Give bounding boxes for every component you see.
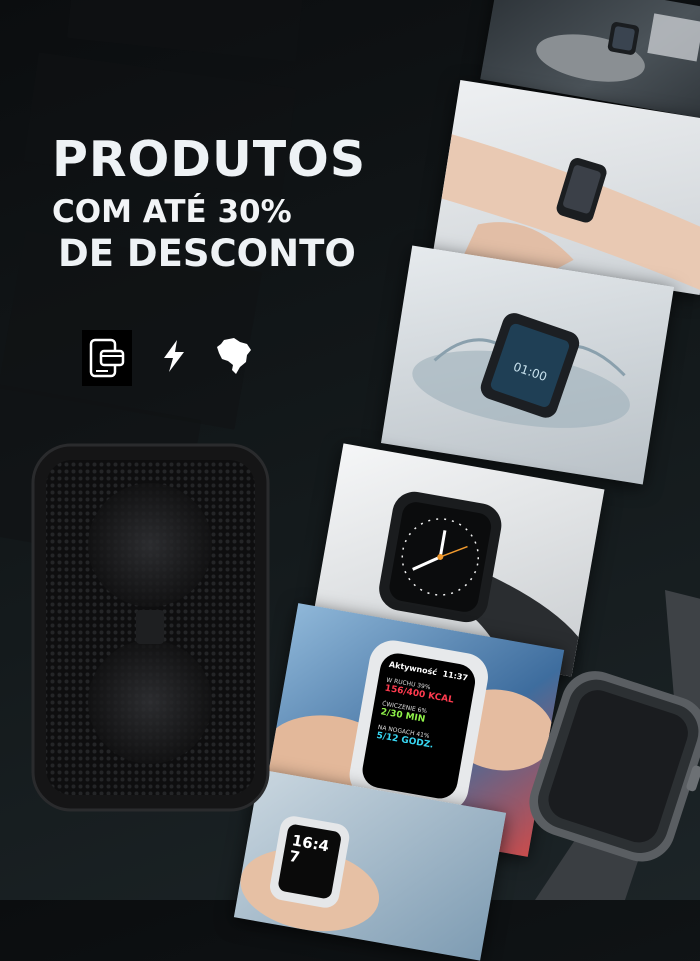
bottom-watch-time: 16:47 [287, 831, 331, 867]
lightning-bolt-icon [160, 339, 188, 377]
payment-card-icon [82, 330, 132, 386]
product-apple-watch-large [529, 590, 700, 900]
headline-line-1: PRODUTOS [52, 131, 367, 188]
promo-headline: PRODUTOS COM ATÉ 30% DE DESCONTO [52, 132, 366, 276]
watch-time: 11:37 [441, 669, 469, 683]
feature-icons [82, 330, 252, 386]
product-photo-watch-water: 01:00 [380, 245, 675, 485]
headline-line-3: DE DESCONTO [58, 232, 356, 275]
product-bluetooth-speaker [31, 443, 270, 812]
headline-line-2: COM ATÉ 30% [52, 194, 292, 230]
water-watch-illustration: 01:00 [412, 313, 630, 428]
watch-app-title: Aktywność [388, 659, 438, 678]
background-tile [66, 0, 304, 62]
brazil-map-icon [216, 337, 252, 379]
